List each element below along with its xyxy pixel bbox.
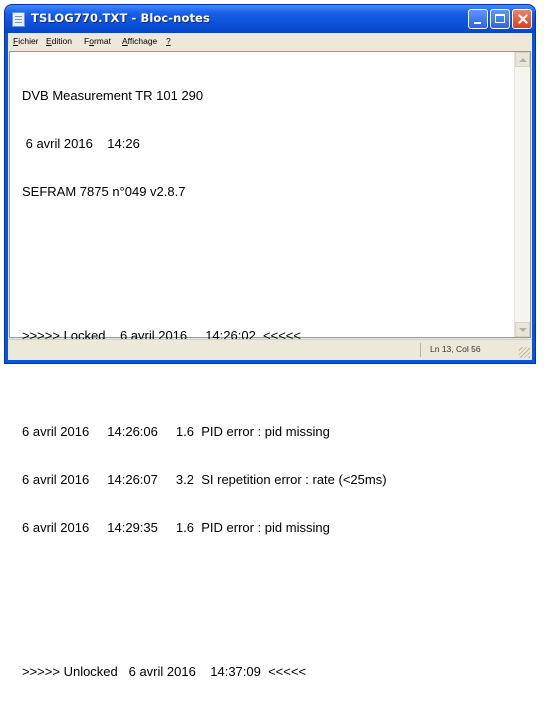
maximize-button[interactable] [490, 9, 510, 29]
text-line [22, 616, 510, 632]
text-line [22, 232, 510, 248]
text-line [22, 376, 510, 392]
text-line: DVB Measurement TR 101 290 [22, 88, 204, 103]
menu-bar: Fichier Edition Format Affichage ? [8, 33, 532, 50]
menu-fichier[interactable]: Fichier [13, 36, 39, 46]
status-bar: Ln 13, Col 56 [8, 339, 532, 360]
close-button[interactable] [512, 9, 532, 29]
menu-edition[interactable]: Edition [46, 36, 72, 46]
document-text[interactable]: DVB Measurement TR 101 290 6 avril 2016 … [22, 56, 510, 679]
status-divider [420, 343, 421, 357]
text-editor[interactable]: DVB Measurement TR 101 290 6 avril 2016 … [9, 51, 531, 679]
scroll-down-arrow-icon[interactable] [515, 322, 530, 337]
menu-format[interactable]: Format [84, 36, 111, 46]
window-title: TSLOG770.TXT - Bloc-notes [31, 11, 210, 25]
resize-grip-icon[interactable] [519, 347, 530, 358]
text-line: SEFRAM 7875 n°049 v2.8.7 [22, 184, 186, 199]
minimize-button[interactable] [468, 9, 488, 29]
notepad-window: TSLOG770.TXT - Bloc-notes Fichier Editio… [5, 5, 535, 679]
scroll-up-arrow-icon[interactable] [515, 52, 530, 67]
menu-help[interactable]: ? [166, 36, 171, 46]
text-line: >>>>> Unlocked 6 avril 2016 14:37:09 <<<… [22, 664, 307, 679]
title-bar[interactable]: TSLOG770.TXT - Bloc-notes [5, 5, 535, 33]
vertical-scrollbar[interactable] [514, 52, 530, 337]
text-line: 6 avril 2016 14:26:07 3.2 SI repetition … [22, 472, 387, 487]
text-line [22, 568, 510, 584]
text-line: 6 avril 2016 14:26 [22, 136, 140, 151]
notepad-icon[interactable] [12, 12, 25, 27]
text-line: 6 avril 2016 14:26:06 1.6 PID error : pi… [22, 424, 330, 439]
window-body: Fichier Edition Format Affichage ? DVB M… [8, 33, 532, 679]
cursor-position: Ln 13, Col 56 [430, 344, 481, 354]
menu-affichage[interactable]: Affichage [122, 36, 157, 46]
text-line: 6 avril 2016 14:29:35 1.6 PID error : pi… [22, 520, 330, 535]
text-line [22, 280, 510, 296]
